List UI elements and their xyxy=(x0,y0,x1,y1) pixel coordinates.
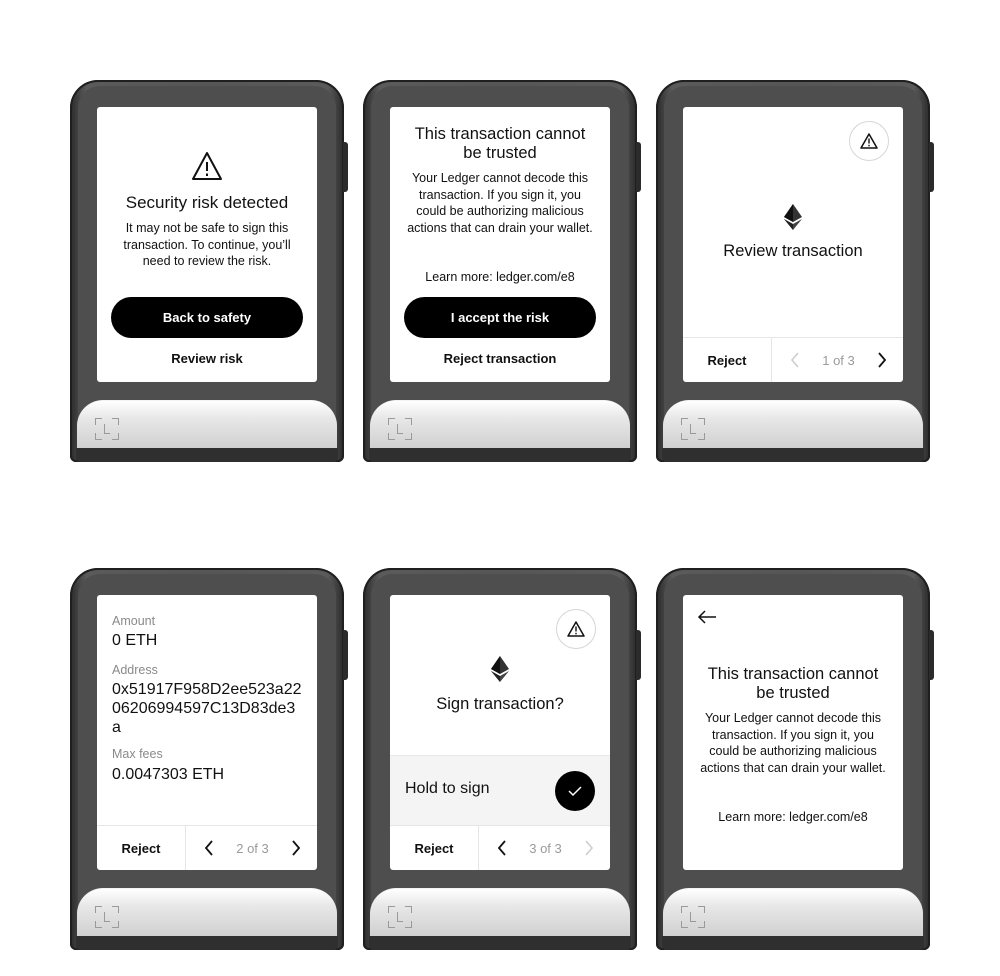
hold-to-sign-button[interactable] xyxy=(555,771,595,811)
warning-button[interactable] xyxy=(556,609,596,649)
device-base xyxy=(370,888,630,937)
previous-arrow-icon[interactable] xyxy=(495,839,509,857)
warning-button[interactable] xyxy=(849,121,889,161)
learn-more-text: Learn more: ledger.com/e8 xyxy=(425,270,575,284)
screen-title: This transaction cannot be trusted xyxy=(707,665,879,702)
screen: Review transaction Reject 1 of 3 xyxy=(683,107,903,382)
pager: 1 of 3 xyxy=(772,338,903,382)
device-bottom xyxy=(369,936,631,950)
screen: Sign transaction? Hold to sign Reject 3 … xyxy=(390,595,610,870)
warning-triangle-icon xyxy=(567,621,585,637)
side-button[interactable] xyxy=(929,142,934,192)
fees-value: 0.0047303 ETH xyxy=(112,766,225,783)
scan-icon xyxy=(388,418,412,440)
reject-transaction-link[interactable]: Reject transaction xyxy=(390,351,610,366)
page-indicator: 2 of 3 xyxy=(236,840,269,856)
pager: 3 of 3 xyxy=(479,826,610,870)
scan-icon xyxy=(95,418,119,440)
nav-footer: Reject 2 of 3 xyxy=(97,825,317,870)
hold-to-sign-area[interactable]: Hold to sign xyxy=(390,755,610,826)
device-base xyxy=(663,400,923,449)
back-to-safety-button[interactable]: Back to safety xyxy=(111,297,303,338)
nav-footer: Reject 3 of 3 xyxy=(390,825,610,870)
device-bottom xyxy=(662,936,924,950)
warning-triangle-icon xyxy=(191,151,223,181)
screen-title: Review transaction xyxy=(723,242,863,260)
scan-icon xyxy=(388,906,412,928)
hold-to-sign-label: Hold to sign xyxy=(405,780,490,797)
scan-icon xyxy=(681,418,705,440)
back-arrow-icon[interactable] xyxy=(697,609,717,625)
device-bottom xyxy=(662,448,924,462)
ethereum-icon xyxy=(491,656,509,682)
accept-risk-button[interactable]: I accept the risk xyxy=(404,297,596,338)
screen-body: Your Ledger cannot decode this transacti… xyxy=(407,171,593,235)
review-risk-link[interactable]: Review risk xyxy=(97,351,317,366)
device-base xyxy=(370,400,630,449)
previous-arrow-icon[interactable] xyxy=(202,839,216,857)
next-arrow-icon[interactable] xyxy=(289,839,303,857)
screen: Security risk detected It may not be saf… xyxy=(97,107,317,382)
side-button[interactable] xyxy=(929,630,934,680)
ethereum-icon xyxy=(784,204,802,230)
learn-more-text: Learn more: ledger.com/e8 xyxy=(718,810,868,824)
scan-icon xyxy=(95,906,119,928)
side-button[interactable] xyxy=(343,630,348,680)
screen-body: Your Ledger cannot decode this transacti… xyxy=(700,711,886,775)
warning-triangle-icon xyxy=(860,133,878,149)
device-bottom xyxy=(369,448,631,462)
page-indicator: 3 of 3 xyxy=(529,840,562,856)
screen: This transaction cannot be trusted Your … xyxy=(683,595,903,870)
reject-button[interactable]: Reject xyxy=(390,826,479,870)
device-sign-transaction: Sign transaction? Hold to sign Reject 3 … xyxy=(363,568,641,950)
nav-footer: Reject 1 of 3 xyxy=(683,337,903,382)
screen-body: It may not be safe to sign this transact… xyxy=(123,221,291,268)
device-untrusted-accept: This transaction cannot be trusted Your … xyxy=(363,80,641,462)
side-button[interactable] xyxy=(636,630,641,680)
checkmark-icon xyxy=(568,786,582,797)
device-base xyxy=(77,888,337,937)
previous-arrow-icon[interactable] xyxy=(788,351,802,369)
amount-value: 0 ETH xyxy=(112,632,158,649)
device-bottom xyxy=(76,936,338,950)
reject-button[interactable]: Reject xyxy=(683,338,772,382)
device-untrusted-info: This transaction cannot be trusted Your … xyxy=(656,568,934,950)
fees-label: Max fees xyxy=(112,747,163,761)
address-label: Address xyxy=(112,663,158,677)
device-transaction-details: Amount 0 ETH Address 0x51917F958D2ee523a… xyxy=(70,568,348,950)
side-button[interactable] xyxy=(636,142,641,192)
scan-icon xyxy=(681,906,705,928)
screen-title: Sign transaction? xyxy=(436,695,564,713)
screen: This transaction cannot be trusted Your … xyxy=(390,107,610,382)
amount-label: Amount xyxy=(112,614,156,628)
screen-title: Security risk detected xyxy=(125,193,289,212)
device-bottom xyxy=(76,448,338,462)
address-value: 0x51917F958D2ee523a2206206994597C13D83de… xyxy=(112,681,302,736)
device-review-transaction: Review transaction Reject 1 of 3 xyxy=(656,80,934,462)
next-arrow-icon[interactable] xyxy=(875,351,889,369)
device-base xyxy=(77,400,337,449)
reject-button[interactable]: Reject xyxy=(97,826,186,870)
pager: 2 of 3 xyxy=(186,826,317,870)
screen: Amount 0 ETH Address 0x51917F958D2ee523a… xyxy=(97,595,317,870)
side-button[interactable] xyxy=(343,142,348,192)
screen-title: This transaction cannot be trusted xyxy=(414,125,586,162)
device-security-risk: Security risk detected It may not be saf… xyxy=(70,80,348,462)
next-arrow-icon[interactable] xyxy=(582,839,596,857)
device-base xyxy=(663,888,923,937)
page-indicator: 1 of 3 xyxy=(822,352,855,368)
